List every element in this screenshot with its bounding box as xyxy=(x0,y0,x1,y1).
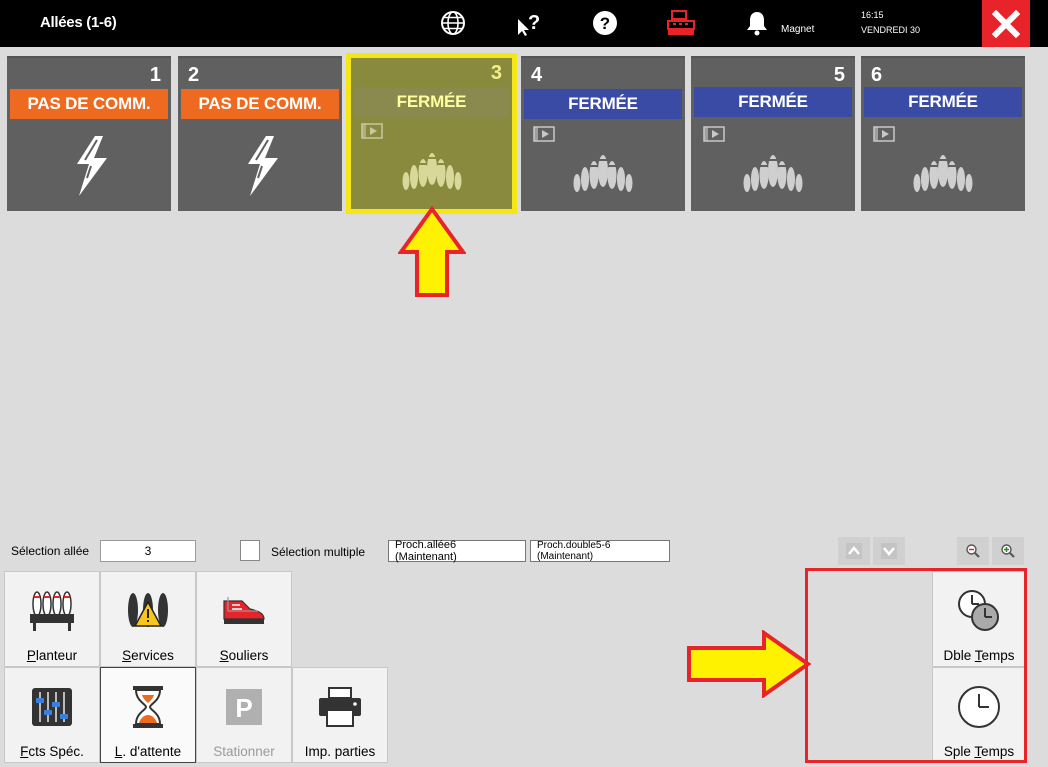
zoom-out-button[interactable] xyxy=(957,537,989,565)
zoom-out-icon xyxy=(966,544,980,558)
selection-label: Sélection allée xyxy=(11,544,90,558)
user-name: Magnet xyxy=(781,24,815,35)
next-lane-button[interactable]: Proch.allée6 (Maintenant) xyxy=(388,539,526,563)
pointer-help-icon[interactable]: ? xyxy=(513,8,543,38)
lane-card-1[interactable]: 1 PAS DE COMM. xyxy=(7,56,171,211)
lane-status: PAS DE COMM. xyxy=(181,89,339,119)
planteur-button[interactable]: Planteur xyxy=(4,571,100,667)
shoes-icon xyxy=(220,580,268,642)
annotation-arrow-right xyxy=(686,629,812,703)
lane-status: FERMÉE xyxy=(524,89,682,119)
svg-text:P: P xyxy=(235,693,252,723)
services-warning-icon xyxy=(125,580,171,642)
souliers-label: Souliers xyxy=(219,648,269,663)
souliers-button[interactable]: Souliers xyxy=(196,571,292,667)
cash-register-icon[interactable] xyxy=(666,8,696,38)
lane-status: FERMÉE xyxy=(694,87,852,117)
chevron-down-icon xyxy=(881,543,897,559)
annotation-red-box xyxy=(805,568,1027,763)
lane-number: 1 xyxy=(149,64,161,86)
globe-icon[interactable] xyxy=(438,8,468,38)
bell-icon[interactable] xyxy=(742,8,772,38)
bowling-pins-icon xyxy=(351,128,512,208)
close-button[interactable] xyxy=(982,0,1030,47)
svg-text:?: ? xyxy=(600,14,610,33)
date-text: VENDREDI 30 xyxy=(861,25,921,35)
annotation-arrow-up xyxy=(397,205,467,303)
time-text: 16:15 xyxy=(861,10,884,20)
close-icon xyxy=(992,9,1020,38)
lane-status: FERMÉE xyxy=(354,87,509,117)
pinsetter-icon xyxy=(29,580,75,642)
clock: 16:15 VENDREDI 30 xyxy=(861,8,920,38)
lane-card-6[interactable]: 6 FERMÉE xyxy=(861,56,1025,211)
lightning-icon xyxy=(178,126,342,206)
lane-card-3[interactable]: 3 FERMÉE xyxy=(346,53,517,214)
scroll-up-button[interactable] xyxy=(838,537,870,565)
multiple-selection-label: Sélection multiple xyxy=(271,545,366,559)
zoom-in-icon xyxy=(1001,544,1015,558)
top-bar: Allées (1-6) ? ? Magnet 16:15 VENDREDI 3… xyxy=(0,0,1048,47)
lightning-icon xyxy=(7,126,171,206)
svg-text:?: ? xyxy=(528,12,540,34)
lane-status: PAS DE COMM. xyxy=(10,89,168,119)
lane-number: 2 xyxy=(188,64,200,86)
next-double-button[interactable]: Proch.double5-6 (Maintenant) xyxy=(530,540,670,562)
bowling-pins-icon xyxy=(861,130,1025,210)
printer-icon xyxy=(317,676,363,738)
lane-number: 3 xyxy=(490,62,502,84)
lane-number: 5 xyxy=(833,64,845,86)
print-games-button[interactable]: Imp. parties xyxy=(292,667,388,763)
waiting-list-label: L. d'attente xyxy=(114,744,182,759)
selection-input[interactable]: 3 xyxy=(100,540,196,562)
page-title: Allées (1-6) xyxy=(40,14,117,31)
zoom-in-button[interactable] xyxy=(992,537,1024,565)
help-icon[interactable]: ? xyxy=(590,8,620,38)
bowling-pins-icon xyxy=(521,130,685,210)
services-button[interactable]: Services xyxy=(100,571,196,667)
lane-card-4[interactable]: 4 FERMÉE xyxy=(521,56,685,211)
parking-icon: P xyxy=(224,676,264,738)
lane-number: 6 xyxy=(871,64,883,86)
bowling-pins-icon xyxy=(691,130,855,210)
lane-card-2[interactable]: 2 PAS DE COMM. xyxy=(178,56,342,211)
lane-status: FERMÉE xyxy=(864,87,1022,117)
fcts-spec-button[interactable]: Fcts Spéc. xyxy=(4,667,100,763)
lane-number: 4 xyxy=(531,64,543,86)
chevron-up-icon xyxy=(846,543,862,559)
multiple-selection-checkbox[interactable] xyxy=(240,540,260,561)
scroll-down-button[interactable] xyxy=(873,537,905,565)
print-games-label: Imp. parties xyxy=(304,744,376,759)
waiting-list-button[interactable]: L. d'attente xyxy=(100,667,196,763)
lane-card-5[interactable]: 5 FERMÉE xyxy=(691,56,855,211)
planteur-label: Planteur xyxy=(26,648,78,663)
fcts-spec-label: Fcts Spéc. xyxy=(20,744,84,759)
stationner-button[interactable]: P Stationner xyxy=(196,667,292,763)
stationner-label: Stationner xyxy=(213,744,275,759)
services-label: Services xyxy=(122,648,174,663)
hourglass-icon xyxy=(131,676,165,738)
sliders-icon xyxy=(30,676,74,738)
